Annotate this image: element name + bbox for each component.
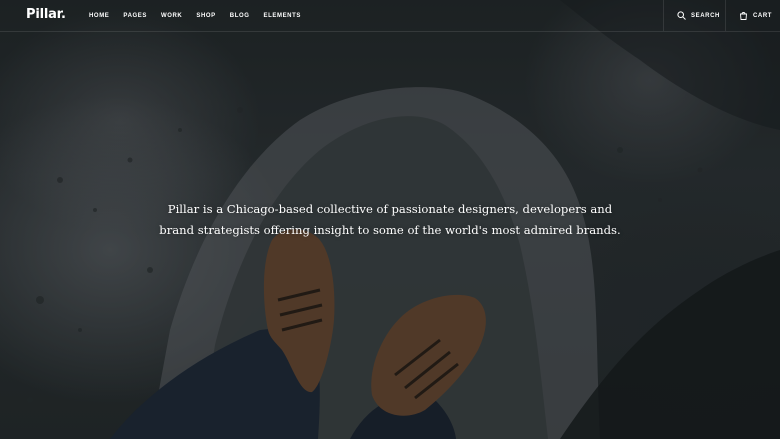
search-button[interactable]: SEARCH	[663, 0, 725, 31]
nav-item-shop[interactable]: SHOP	[196, 13, 215, 19]
page: Pillar. HOME PAGES WORK SHOP BLOG ELEMEN…	[0, 0, 780, 439]
search-icon	[677, 11, 686, 20]
search-label: SEARCH	[691, 12, 720, 19]
shopping-bag-icon	[739, 11, 748, 20]
cart-button[interactable]: CART	[725, 0, 780, 31]
hero-tagline: Pillar is a Chicago-based collective of …	[159, 202, 621, 237]
nav-item-work[interactable]: WORK	[161, 13, 182, 19]
nav-item-pages[interactable]: PAGES	[123, 13, 147, 19]
site-logo[interactable]: Pillar.	[26, 7, 66, 22]
header-actions: SEARCH CART	[663, 0, 780, 31]
cart-label: CART	[753, 12, 773, 19]
nav-item-blog[interactable]: BLOG	[230, 13, 250, 19]
site-header: Pillar. HOME PAGES WORK SHOP BLOG ELEMEN…	[0, 0, 780, 32]
nav-item-elements[interactable]: ELEMENTS	[264, 13, 301, 19]
main-nav: HOME PAGES WORK SHOP BLOG ELEMENTS	[89, 0, 315, 32]
nav-item-home[interactable]: HOME	[89, 13, 109, 19]
